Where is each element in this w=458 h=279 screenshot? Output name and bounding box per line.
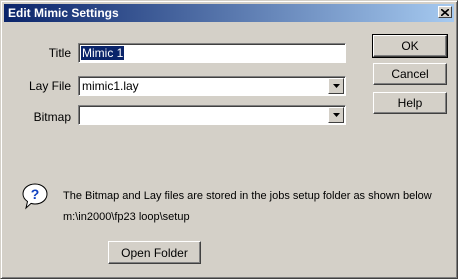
bitmap-dropdown[interactable] [78, 105, 346, 125]
title-label: Title [48, 46, 71, 60]
help-button[interactable]: Help [373, 92, 447, 114]
open-folder-button[interactable]: Open Folder [108, 241, 201, 264]
title-field-value: Mimic 1 [81, 46, 125, 60]
svg-text:?: ? [31, 186, 40, 202]
window-title: Edit Mimic Settings [8, 6, 119, 20]
chevron-down-icon [332, 84, 340, 88]
close-button[interactable] [438, 6, 452, 18]
lay-file-dropdown-button[interactable] [328, 78, 344, 94]
chevron-down-icon [332, 113, 340, 117]
bitmap-dropdown-button[interactable] [328, 107, 344, 123]
edit-mimic-settings-dialog: Edit Mimic Settings Title Mimic 1 Lay Fi… [0, 0, 458, 279]
title-field[interactable]: Mimic 1 [78, 43, 346, 63]
cancel-button[interactable]: Cancel [373, 63, 447, 85]
lay-file-label: Lay File [28, 79, 71, 93]
close-icon [441, 8, 449, 16]
ok-button[interactable]: OK [372, 34, 448, 58]
setup-folder-path: m:\in2000\fp23 loop\setup [63, 211, 190, 223]
question-icon: ? [22, 183, 48, 210]
title-bar[interactable]: Edit Mimic Settings [4, 4, 454, 22]
info-message: The Bitmap and Lay files are stored in t… [63, 190, 432, 202]
lay-file-dropdown[interactable]: mimic1.lay [78, 76, 346, 96]
lay-file-value: mimic1.lay [82, 79, 139, 93]
bitmap-label: Bitmap [33, 110, 71, 124]
